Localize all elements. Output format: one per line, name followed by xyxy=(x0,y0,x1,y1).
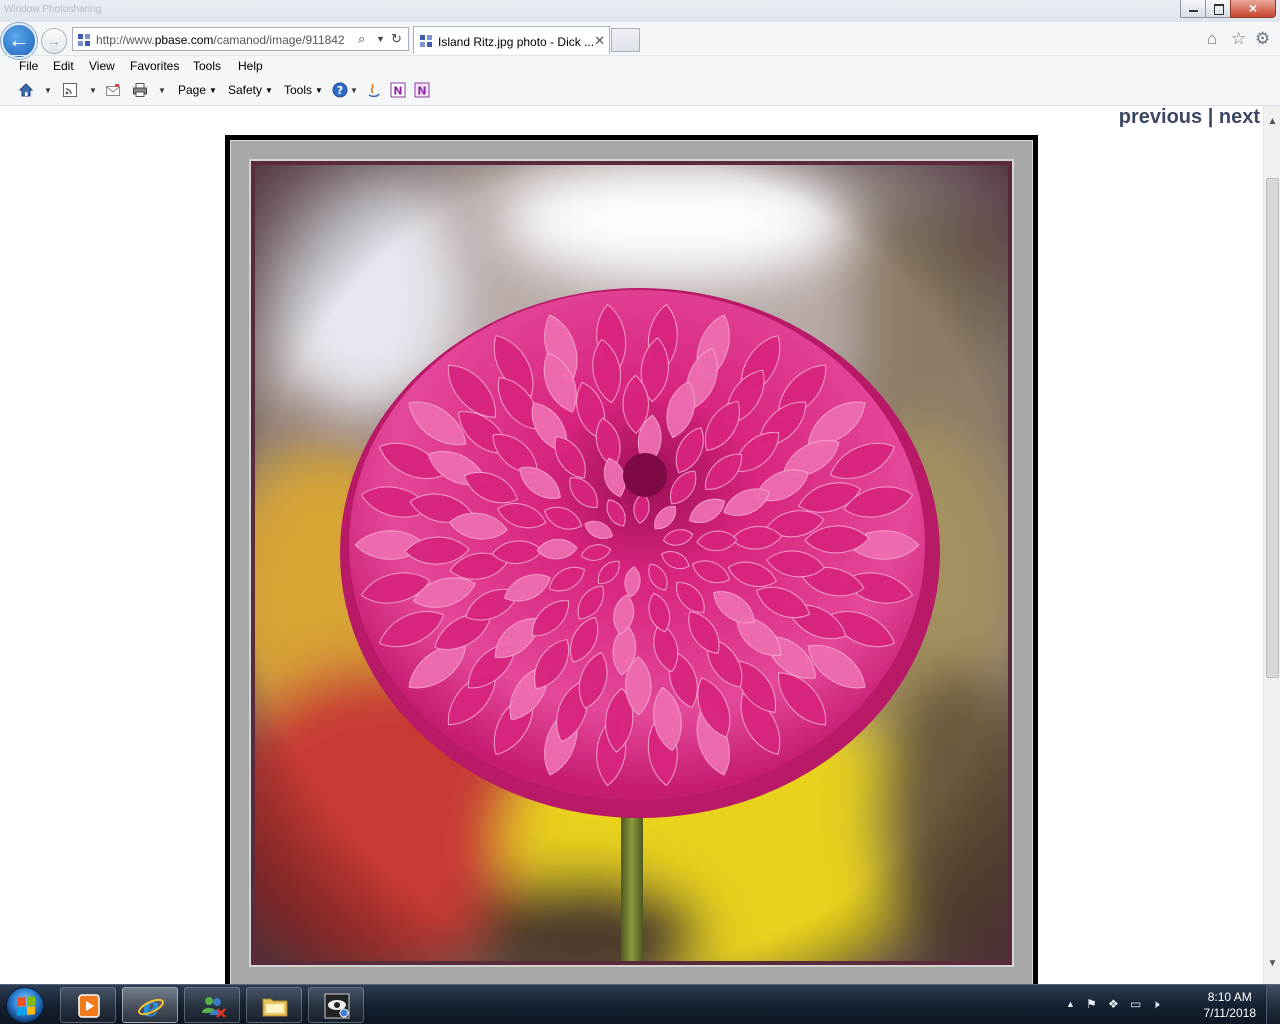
scroll-up-arrow-icon[interactable]: ▲ xyxy=(1264,116,1280,130)
back-button[interactable]: ← xyxy=(1,23,37,59)
dahlia-photo[interactable] xyxy=(255,165,1008,961)
forward-arrow-icon: → xyxy=(47,33,61,49)
svg-text:N: N xyxy=(417,85,426,98)
clock-time: 8:10 AM xyxy=(1207,990,1252,1004)
photo-mat xyxy=(230,140,1033,984)
menu-view[interactable]: View xyxy=(89,59,115,73)
tab-favicon xyxy=(420,35,432,47)
menu-edit[interactable]: Edit xyxy=(53,59,74,73)
home-icon[interactable] xyxy=(18,82,34,98)
menu-help[interactable]: Help xyxy=(238,59,263,73)
command-bar: ▼ ▼ ▼ Page ▼ Safety ▼ Tools ▼ ? ▼ N N xyxy=(0,79,1280,103)
print-dropdown-icon[interactable]: ▼ xyxy=(158,86,166,95)
windows-logo-icon xyxy=(17,996,35,1016)
scroll-down-arrow-icon[interactable]: ▼ xyxy=(1264,958,1280,972)
show-desktop-button[interactable] xyxy=(1266,985,1280,1024)
network-icon[interactable]: ▭ xyxy=(1130,997,1141,1011)
svg-text:e: e xyxy=(143,993,160,1019)
gear-icon[interactable]: ⚙ xyxy=(1255,29,1270,49)
help-dropdown-icon[interactable]: ▼ xyxy=(350,86,358,95)
page-menu-button[interactable]: Page ▼ xyxy=(178,83,217,97)
site-favicon xyxy=(78,34,90,46)
restore-button[interactable] xyxy=(1205,0,1231,18)
navigation-row: ← → http://www.pbase.com/camanod/image/9… xyxy=(0,22,1280,59)
taskbar: e ▲ ⚑ ❖ ▭ 🕨 8:10 AM 7/11/2018 xyxy=(0,984,1280,1024)
caption-buttons: × xyxy=(1180,0,1276,18)
home-icon[interactable]: ⌂ xyxy=(1207,29,1217,49)
close-window-button[interactable]: × xyxy=(1230,0,1276,18)
onenote-icon[interactable]: N xyxy=(390,82,406,98)
taskbar-people-app[interactable] xyxy=(184,987,240,1023)
svg-text:?: ? xyxy=(337,84,343,97)
menu-favorites[interactable]: Favorites xyxy=(130,59,179,73)
svg-text:N: N xyxy=(393,85,402,98)
address-bar[interactable]: http://www.pbase.com/camanod/image/91184… xyxy=(72,27,409,51)
minimize-button[interactable] xyxy=(1180,0,1206,18)
home-dropdown-icon[interactable]: ▼ xyxy=(44,86,52,95)
feeds-dropdown-icon[interactable]: ▼ xyxy=(89,86,97,95)
tab-title: Island Ritz.jpg photo - Dick ... xyxy=(438,35,595,49)
menu-tools[interactable]: Tools xyxy=(193,59,221,73)
show-hidden-icons-icon[interactable]: ▲ xyxy=(1066,999,1075,1009)
internet-explorer-icon: e xyxy=(138,993,164,1019)
taskbar-internet-explorer[interactable]: e xyxy=(122,987,178,1023)
vertical-scrollbar[interactable]: ▲ ▼ xyxy=(1263,106,1280,984)
taskbar-media-player[interactable] xyxy=(60,987,116,1023)
tab-close-icon[interactable]: ✕ xyxy=(594,33,605,49)
safety-menu-button[interactable]: Safety ▼ xyxy=(228,83,273,97)
window-title-ghost: Window Photosharing xyxy=(4,4,102,15)
address-url[interactable]: http://www.pbase.com/camanod/image/91184… xyxy=(96,33,358,47)
tab-active[interactable]: Island Ritz.jpg photo - Dick ... ✕ xyxy=(413,26,610,54)
start-button[interactable] xyxy=(6,987,44,1023)
forward-button[interactable]: → xyxy=(41,28,67,54)
taskbar-file-explorer[interactable] xyxy=(246,987,302,1023)
chevron-down-icon[interactable]: ▼ xyxy=(376,34,385,44)
back-arrow-icon: ← xyxy=(8,27,30,52)
folder-icon xyxy=(262,998,288,1017)
system-tray: ▲ ⚑ ❖ ▭ 🕨 8:10 AM 7/11/2018 xyxy=(1060,985,1280,1024)
eye-viewer-icon xyxy=(324,993,350,1019)
media-player-icon xyxy=(78,994,100,1018)
photo-border xyxy=(249,159,1014,967)
people-icon xyxy=(202,997,226,1018)
pagination-separator: | xyxy=(1207,106,1214,128)
refresh-icon[interactable]: ↻ xyxy=(391,31,402,47)
volume-muted-icon[interactable]: 🕨 xyxy=(1152,997,1160,1012)
search-icon[interactable]: ⌕ xyxy=(358,31,365,47)
page-content: previous | next xyxy=(0,106,1263,984)
help-icon[interactable]: ? xyxy=(332,82,348,98)
clock-date: 7/11/2018 xyxy=(1203,1006,1257,1020)
onenote-linked-icon[interactable]: N xyxy=(414,82,430,98)
java-icon[interactable] xyxy=(366,82,382,98)
taskbar-clock[interactable]: 8:10 AM 7/11/2018 xyxy=(1204,989,1257,1021)
taskbar-photo-viewer[interactable] xyxy=(308,987,364,1023)
dropbox-icon[interactable]: ❖ xyxy=(1108,997,1119,1011)
tools-menu-button[interactable]: Tools ▼ xyxy=(284,83,323,97)
action-center-flag-icon[interactable]: ⚑ xyxy=(1086,997,1097,1011)
menu-file[interactable]: File xyxy=(19,59,38,73)
star-icon[interactable]: ☆ xyxy=(1231,29,1246,49)
previous-link[interactable]: previous xyxy=(1119,106,1202,128)
browser-chrome: Window Photosharing × ← → http://www.pba… xyxy=(0,0,1280,106)
title-bar: Window Photosharing × xyxy=(0,0,1280,22)
next-link[interactable]: next xyxy=(1219,106,1260,128)
feeds-icon[interactable] xyxy=(62,82,78,98)
photo-frame xyxy=(225,135,1038,984)
photo-pagination: previous | next xyxy=(1119,106,1260,129)
print-icon[interactable] xyxy=(132,82,148,98)
new-tab-button[interactable] xyxy=(611,28,640,52)
scroll-thumb[interactable] xyxy=(1266,178,1279,678)
mail-icon[interactable] xyxy=(105,82,121,98)
menu-bar: File Edit View Favorites Tools Help xyxy=(0,55,1280,77)
